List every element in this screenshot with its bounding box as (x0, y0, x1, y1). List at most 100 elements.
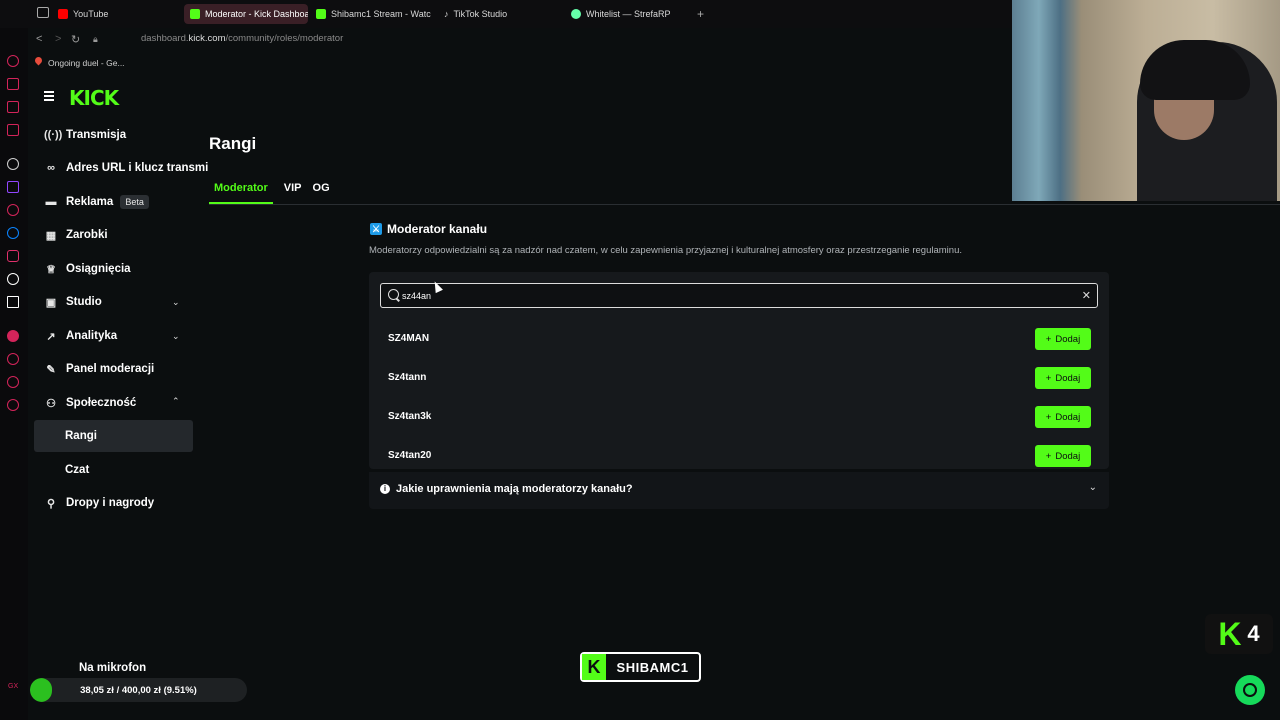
back-icon[interactable]: < (36, 33, 42, 45)
drops-icon: ⚲ (46, 497, 56, 510)
kick-badge: K 4 (1205, 614, 1273, 654)
community-icon: ⚇ (46, 397, 56, 410)
section-header: ⚔ Moderator kanału (370, 222, 487, 236)
instagram-icon[interactable] (7, 250, 19, 262)
reload-icon[interactable]: ↻ (71, 33, 80, 46)
messenger-icon[interactable] (7, 101, 19, 113)
plus-icon: + (1045, 372, 1052, 384)
chevron-down-icon[interactable]: ⌄ (172, 297, 182, 307)
speed-dial-icon[interactable] (7, 55, 19, 67)
sidebar-item-studio[interactable]: ▣ Studio (44, 287, 102, 317)
tab-workspace-icon[interactable] (37, 7, 49, 18)
add-moderator-button[interactable]: + Dodaj (1035, 367, 1091, 389)
settings-gear-icon[interactable] (7, 399, 19, 411)
flow-icon[interactable] (7, 330, 19, 342)
chart-icon: ↗ (46, 330, 56, 343)
sidebar-item-osiagniecia[interactable]: ♕ Osiągnięcia (44, 254, 131, 284)
sidebar-item-panel-moderacji[interactable]: ✎ Panel moderacji (44, 354, 154, 384)
sidebar-item-url-key[interactable]: ∞ Adres URL i klucz transmi (44, 153, 208, 183)
roles-tabs: Moderator VIP OG (209, 182, 330, 204)
section-description: Moderatorzy odpowiedzialni są za nadzór … (369, 245, 962, 256)
url-path: /community/roles/moderator (225, 33, 344, 44)
sidebar-item-label: Panel moderacji (66, 363, 155, 375)
history-icon[interactable] (7, 353, 19, 365)
plus-icon: + (1045, 411, 1052, 423)
tab-og-role[interactable]: OG (313, 182, 330, 204)
add-moderator-button[interactable]: + Dodaj (1035, 328, 1091, 350)
search-icon (388, 289, 399, 300)
chevron-down-icon[interactable]: ⌄ (1089, 482, 1097, 493)
result-username: Sz4tann (388, 372, 427, 383)
chatgpt-icon[interactable] (7, 158, 19, 170)
tab-label: TikTok Studio (453, 9, 508, 19)
kick-k-icon: K (582, 654, 606, 680)
trophy-icon: ♕ (46, 263, 56, 276)
bookmark-label: Ongoing duel - Ge... (48, 58, 125, 68)
support-chat-button[interactable] (1235, 675, 1265, 705)
sidebar-item-label: Adres URL i klucz transmi (66, 162, 209, 174)
search-input[interactable]: sz44an ✕ (380, 283, 1098, 308)
aria-icon[interactable] (7, 204, 19, 216)
bag-icon[interactable] (7, 78, 19, 90)
page-title: Rangi (209, 134, 257, 153)
tab-vip-role[interactable]: VIP (284, 182, 302, 204)
gx-icon[interactable]: GX (8, 683, 18, 690)
extensions-icon[interactable] (7, 376, 19, 388)
sidebar-item-label: Reklama (66, 196, 114, 208)
tab-label: Whitelist — StrefaRP (586, 9, 671, 19)
facebook-messenger-icon[interactable] (7, 227, 19, 239)
forward-icon[interactable]: > (55, 33, 61, 45)
tab-moderator-role[interactable]: Moderator (209, 182, 273, 204)
tab-tiktok[interactable]: ♪ TikTok Studio (444, 4, 559, 24)
player-icon[interactable] (7, 124, 19, 136)
chevron-down-icon[interactable]: ⌄ (172, 331, 182, 341)
kick-icon (316, 9, 326, 19)
clear-search-icon[interactable]: ✕ (1082, 289, 1091, 302)
new-tab-button[interactable]: + (697, 4, 704, 24)
tab-moderator[interactable]: Moderator - Kick Dashboa (184, 4, 308, 24)
webcam-headphones (1140, 40, 1250, 100)
tabs-divider (209, 204, 1280, 205)
x-twitter-icon[interactable] (7, 296, 19, 308)
browser-sidebar: GX (0, 0, 28, 720)
sidebar-item-zarobki[interactable]: ▦ Zarobki (44, 220, 108, 250)
add-moderator-button[interactable]: + Dodaj (1035, 406, 1091, 428)
wallet-icon: ▦ (45, 229, 57, 242)
plus-icon: + (1045, 450, 1052, 462)
sidebar-item-label: Osiągnięcia (66, 263, 131, 275)
url-field[interactable]: dashboard.kick.com/community/roles/moder… (141, 33, 343, 44)
address-bar: < > ↻ 🔒︎ dashboard.kick.com/community/ro… (28, 28, 1028, 52)
sidebar-item-rangi[interactable]: Rangi (65, 421, 97, 451)
result-username: SZ4MAN (388, 333, 430, 344)
sidebar-item-label: Transmisja (66, 129, 127, 141)
sidebar-item-label: Społeczność (66, 397, 137, 409)
broadcast-icon: ((·)) (44, 129, 63, 141)
sidebar-item-spolecznosc[interactable]: ⚇ Społeczność (44, 388, 136, 418)
sidebar-item-transmisja[interactable]: ((·)) Transmisja (44, 120, 126, 150)
tab-youtube[interactable]: YouTube (58, 4, 173, 24)
tab-stream[interactable]: Shibamc1 Stream - Watch (316, 4, 431, 24)
lock-icon: 🔒︎ (93, 34, 98, 44)
sidebar-item-analityka[interactable]: ↗ Analityka (44, 321, 117, 351)
faq-accordion[interactable]: i Jakie uprawnienia mają moderatorzy kan… (369, 472, 1109, 509)
tiktok-icon[interactable] (7, 273, 19, 285)
tab-label: Shibamc1 Stream - Watch (331, 9, 431, 19)
active-nav-highlight (34, 420, 193, 452)
sidebar-item-dropy[interactable]: ⚲ Dropy i nagrody (44, 488, 154, 518)
kick-logo[interactable]: KICK (69, 86, 119, 110)
add-moderator-button[interactable]: + Dodaj (1035, 445, 1091, 467)
add-label: Dodaj (1055, 411, 1081, 423)
tab-label: YouTube (73, 9, 109, 19)
twitch-icon[interactable] (7, 181, 19, 193)
faq-question: Jakie uprawnienia mają moderatorzy kanał… (396, 483, 633, 495)
hamburger-menu-icon[interactable] (44, 91, 54, 101)
tab-whitelist[interactable]: Whitelist — StrefaRP (571, 4, 691, 24)
ad-icon: ▬ (45, 196, 57, 208)
sidebar-item-reklama[interactable]: ▬ Reklama Beta (44, 187, 149, 217)
sidebar-item-label: Analityka (66, 330, 118, 342)
chevron-up-icon[interactable]: ⌃ (172, 396, 182, 406)
studio-icon: ▣ (45, 296, 57, 309)
sidebar-item-label: Rangi (65, 430, 97, 442)
sidebar-item-czat[interactable]: Czat (65, 455, 89, 485)
kick-k-icon: K (1218, 616, 1242, 652)
